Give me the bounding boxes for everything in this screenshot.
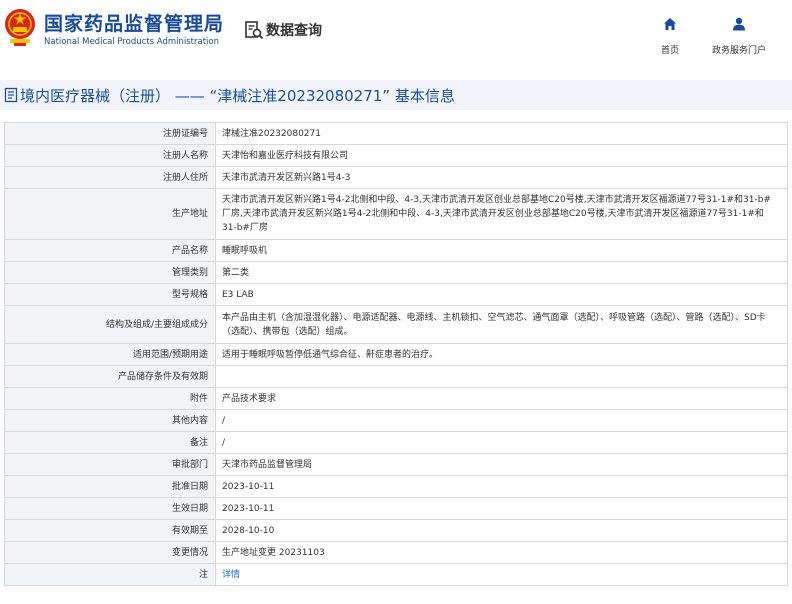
page-title: 境内医疗器械（注册） —— “津械注准20232080271” 基本信息	[20, 86, 455, 105]
site-subtitle: National Medical Products Administration	[44, 37, 219, 47]
row-label: 注	[4, 563, 216, 586]
row-value: 生产地址变更 20231103	[215, 541, 788, 564]
nav-home[interactable]: 首页	[652, 17, 688, 56]
detail-table: 注册证编号 津械注准20232080271 注册人名称 天津怡和嘉业医疗科技有限公司注…	[4, 122, 788, 586]
page-title-bar: 境内医疗器械（注册） —— “津械注准20232080271” 基本信息	[0, 80, 792, 110]
table-row: 管理类别 第二类	[4, 261, 788, 284]
row-value: 详情	[215, 563, 788, 586]
details-link[interactable]: 详情	[222, 570, 240, 580]
row-value: /	[215, 409, 788, 432]
row-label: 生效日期	[4, 497, 216, 520]
row-value: 天津怡和嘉业医疗科技有限公司	[215, 144, 788, 167]
table-row: 备注 /	[4, 431, 788, 454]
row-label: 批准日期	[4, 475, 216, 498]
table-row: 其他内容 /	[4, 409, 788, 432]
row-label: 其他内容	[4, 409, 216, 432]
row-value: 天津市药品监督管理局	[215, 453, 788, 476]
row-value: 本产品由主机（含加湿湿化器）、电源适配器、电源线、主机锁扣、空气滤芯、通气面罩（…	[215, 305, 788, 344]
user-icon	[733, 17, 745, 31]
row-value: 睡眠呼吸机	[215, 239, 788, 262]
document-icon	[4, 87, 18, 103]
table-row: 适用范围/预期用途 适用于睡眠呼吸暂停低通气综合征、鼾症患者的治疗。	[4, 343, 788, 366]
table-row: 型号规格 E3 LAB	[4, 283, 788, 306]
table-row: 有效期至 2028-10-10	[4, 519, 788, 542]
table-row: 批准日期 2023-10-11	[4, 475, 788, 498]
row-label: 生产地址	[4, 188, 216, 240]
national-emblem-icon	[5, 9, 35, 46]
data-query-link[interactable]: 数据查询	[244, 19, 322, 41]
table-row: 审批部门 天津市药品监督管理局	[4, 453, 788, 476]
row-label: 注册人住所	[4, 166, 216, 189]
search-document-icon	[245, 21, 264, 40]
table-row: 产品储存条件及有效期	[4, 365, 788, 388]
table-row: 附件 产品技术要求	[4, 387, 788, 410]
row-label: 适用范围/预期用途	[4, 343, 216, 366]
row-value: 产品技术要求	[215, 387, 788, 410]
nav-government-services[interactable]: 政务服务门户	[706, 17, 772, 56]
row-label: 产品储存条件及有效期	[4, 365, 216, 388]
nav-government-services-label: 政务服务门户	[711, 46, 766, 56]
row-value: 天津市武清开发区新兴路1号4-2北侧和中段、4-3,天津市武清开发区创业总部基地…	[215, 188, 788, 240]
table-row: 注册人名称 天津怡和嘉业医疗科技有限公司	[4, 144, 788, 167]
row-value: 第二类	[215, 261, 788, 284]
site-header: 国家药品监督管理局 National Medical Products Admi…	[0, 0, 792, 70]
row-label: 变更情况	[4, 541, 216, 564]
row-value: 2023-10-11	[215, 497, 788, 520]
row-value: E3 LAB	[215, 283, 788, 306]
row-value: 适用于睡眠呼吸暂停低通气综合征、鼾症患者的治疗。	[215, 343, 788, 366]
table-row: 产品名称 睡眠呼吸机	[4, 239, 788, 262]
row-label: 产品名称	[4, 239, 216, 262]
table-row: 注详情	[4, 563, 788, 586]
data-query-label: 数据查询	[266, 23, 322, 39]
row-label: 型号规格	[4, 283, 216, 306]
table-row: 注册人住所 天津市武清开发区新兴路1号4-3	[4, 166, 788, 189]
row-value: 津械注准20232080271	[215, 122, 788, 145]
row-value: 2023-10-11	[215, 475, 788, 498]
row-label: 审批部门	[4, 453, 216, 476]
row-label: 注册人名称	[4, 144, 216, 167]
row-value: /	[215, 431, 788, 454]
row-value: 2028-10-10	[215, 519, 788, 542]
table-row: 生效日期 2023-10-11	[4, 497, 788, 520]
row-label: 结构及组成/主要组成成分	[4, 305, 216, 344]
table-row: 生产地址 天津市武清开发区新兴路1号4-2北侧和中段、4-3,天津市武清开发区创业…	[4, 188, 788, 240]
nav-home-label: 首页	[660, 46, 679, 56]
row-label: 备注	[4, 431, 216, 454]
row-label: 管理类别	[4, 261, 216, 284]
row-label: 附件	[4, 387, 216, 410]
site-title[interactable]: 国家药品监督管理局	[44, 9, 224, 36]
table-row: 变更情况 生产地址变更 20231103	[4, 541, 788, 564]
row-value: 天津市武清开发区新兴路1号4-3	[215, 166, 788, 189]
row-value	[215, 365, 788, 388]
home-icon	[664, 18, 676, 30]
row-label: 注册证编号	[4, 122, 216, 145]
table-row: 结构及组成/主要组成成分 本产品由主机（含加湿湿化器）、电源适配器、电源线、主机锁…	[4, 305, 788, 344]
table-row: 注册证编号 津械注准20232080271	[4, 122, 788, 145]
row-label: 有效期至	[4, 519, 216, 542]
